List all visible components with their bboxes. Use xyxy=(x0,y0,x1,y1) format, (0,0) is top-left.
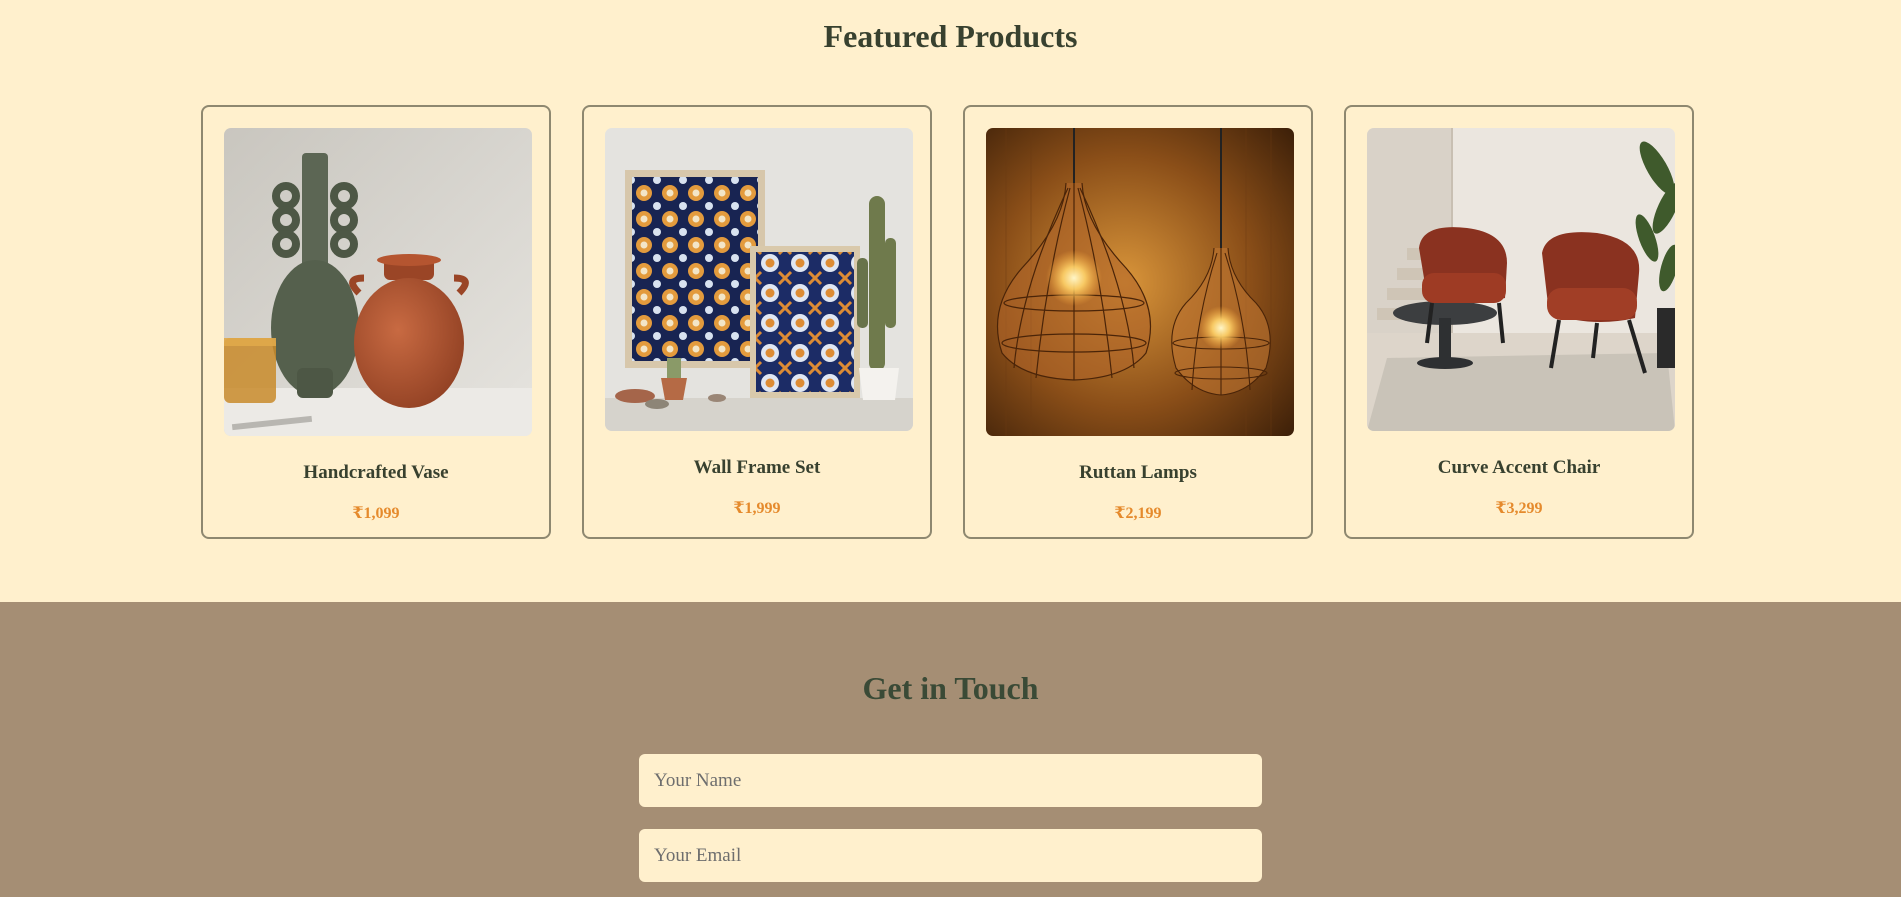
product-card-vase[interactable]: Handcrafted Vase ₹1,099 xyxy=(201,105,551,539)
product-card-rattan-lamps[interactable]: Ruttan Lamps ₹2,199 xyxy=(963,105,1313,539)
featured-products-section: Featured Products Handcrafted Vase ₹1,09… xyxy=(0,0,1901,602)
product-name: Handcrafted Vase xyxy=(303,462,449,483)
product-card-accent-chair[interactable]: Curve Accent Chair ₹3,299 xyxy=(1344,105,1694,539)
contact-title: Get in Touch xyxy=(862,670,1039,706)
product-grid: Handcrafted Vase ₹1,099 Wall Frame Set ₹… xyxy=(201,105,1694,539)
product-price: ₹2,199 xyxy=(1114,505,1162,522)
rattan-lamp-image[interactable] xyxy=(986,128,1294,436)
page: Featured Products Handcrafted Vase ₹1,09… xyxy=(0,0,1901,897)
product-name: Ruttan Lamps xyxy=(1079,462,1197,483)
vase-image[interactable] xyxy=(224,128,532,436)
featured-title: Featured Products xyxy=(823,18,1078,54)
product-name: Curve Accent Chair xyxy=(1437,457,1601,478)
name-input[interactable] xyxy=(639,754,1262,807)
product-name: Wall Frame Set xyxy=(693,457,821,478)
product-price: ₹3,299 xyxy=(1495,500,1543,517)
product-card-wall-frame[interactable]: Wall Frame Set ₹1,999 xyxy=(582,105,932,539)
contact-section: Get in Touch xyxy=(0,602,1901,897)
email-input[interactable] xyxy=(639,829,1262,882)
product-price: ₹1,099 xyxy=(352,505,400,522)
accent-chair-image[interactable] xyxy=(1367,128,1675,431)
product-price: ₹1,999 xyxy=(733,500,781,517)
wall-frame-image[interactable] xyxy=(605,128,913,431)
